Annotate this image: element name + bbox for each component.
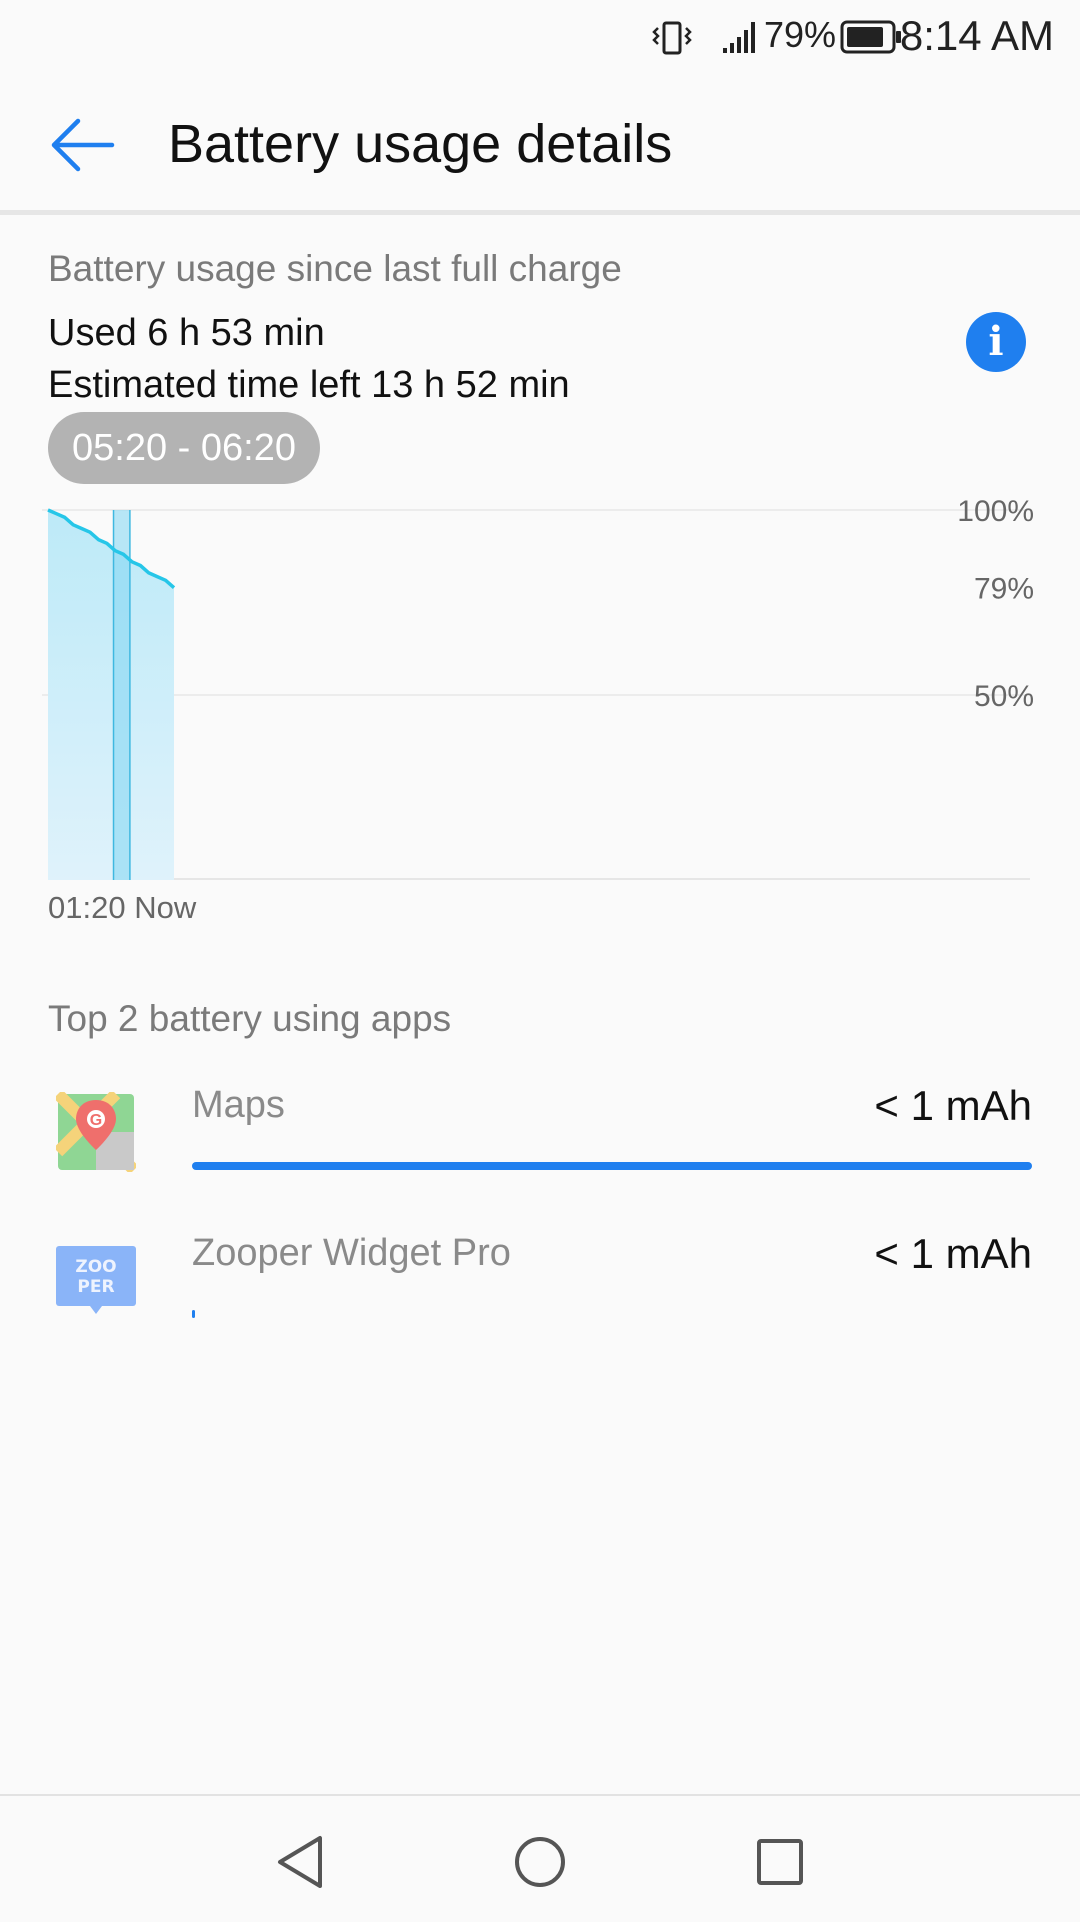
status-bar: 79% 8:14 AM [0, 0, 1080, 75]
app-usage-amount: < 1 mAh [874, 1082, 1032, 1129]
app-name: Zooper Widget Pro [192, 1232, 511, 1274]
y-tick-label: 79% [974, 573, 1034, 606]
back-button[interactable] [42, 105, 122, 185]
nav-home-button[interactable] [500, 1822, 580, 1902]
app-usage-amount: < 1 mAh [874, 1230, 1032, 1277]
zooper-icon-text-bottom: PER [77, 1277, 114, 1297]
y-tick-label: 100% [957, 500, 1034, 528]
back-triangle-icon [278, 1836, 322, 1888]
usage-bar [192, 1310, 1032, 1318]
usage-bar [192, 1162, 1032, 1170]
battery-chart[interactable]: 100% 79% 50% [0, 500, 1080, 880]
nav-recents-button[interactable] [740, 1822, 820, 1902]
clock: 8:14 AM [899, 12, 1054, 59]
estimated-time-left: Estimated time left 13 h 52 min [48, 364, 570, 406]
y-tick-label: 50% [974, 680, 1034, 713]
signal-icon [723, 22, 755, 53]
app-row-zooper[interactable]: ZOO PER Zooper Widget Pro < 1 mAh [0, 1230, 1080, 1370]
recents-square-icon [757, 1839, 803, 1885]
usage-bar-fill [192, 1162, 1032, 1170]
used-time: Used 6 h 53 min [48, 312, 325, 354]
top-apps-caption: Top 2 battery using apps [48, 998, 452, 1039]
info-icon: i [988, 318, 1004, 365]
battery-icon [840, 20, 901, 54]
selected-hour-band [113, 510, 130, 880]
arrow-back-icon [51, 118, 115, 172]
chart-x-labels: 01:20 Now [48, 890, 196, 926]
usage-caption: Battery usage since last full charge [48, 248, 622, 289]
zooper-icon-text-top: ZOO [75, 1257, 116, 1277]
usage-bar-fill [192, 1310, 195, 1318]
app-name: Maps [192, 1084, 285, 1126]
maps-icon: G [56, 1092, 136, 1172]
selected-range-label: 05:20 - 06:20 [72, 427, 296, 469]
battery-area [48, 510, 174, 880]
vibrate-icon [652, 21, 692, 55]
zooper-icon: ZOO PER [56, 1246, 136, 1314]
page-title: Battery usage details [168, 114, 673, 174]
selected-range-pill[interactable]: 05:20 - 06:20 [48, 412, 320, 484]
info-button[interactable]: i [966, 312, 1026, 372]
svg-text:G: G [90, 1112, 102, 1129]
app-bar: Battery usage details [0, 75, 1080, 210]
home-circle-icon [515, 1837, 565, 1887]
battery-percent: 79% [764, 14, 837, 55]
system-nav-bar [0, 1794, 1080, 1922]
x-tick-label-now: Now [134, 890, 197, 925]
app-row-maps[interactable]: G Maps < 1 mAh [0, 1082, 1080, 1222]
x-tick-label-start: 01:20 [48, 890, 126, 925]
app-bar-divider [0, 210, 1080, 215]
nav-back-button[interactable] [260, 1822, 340, 1902]
